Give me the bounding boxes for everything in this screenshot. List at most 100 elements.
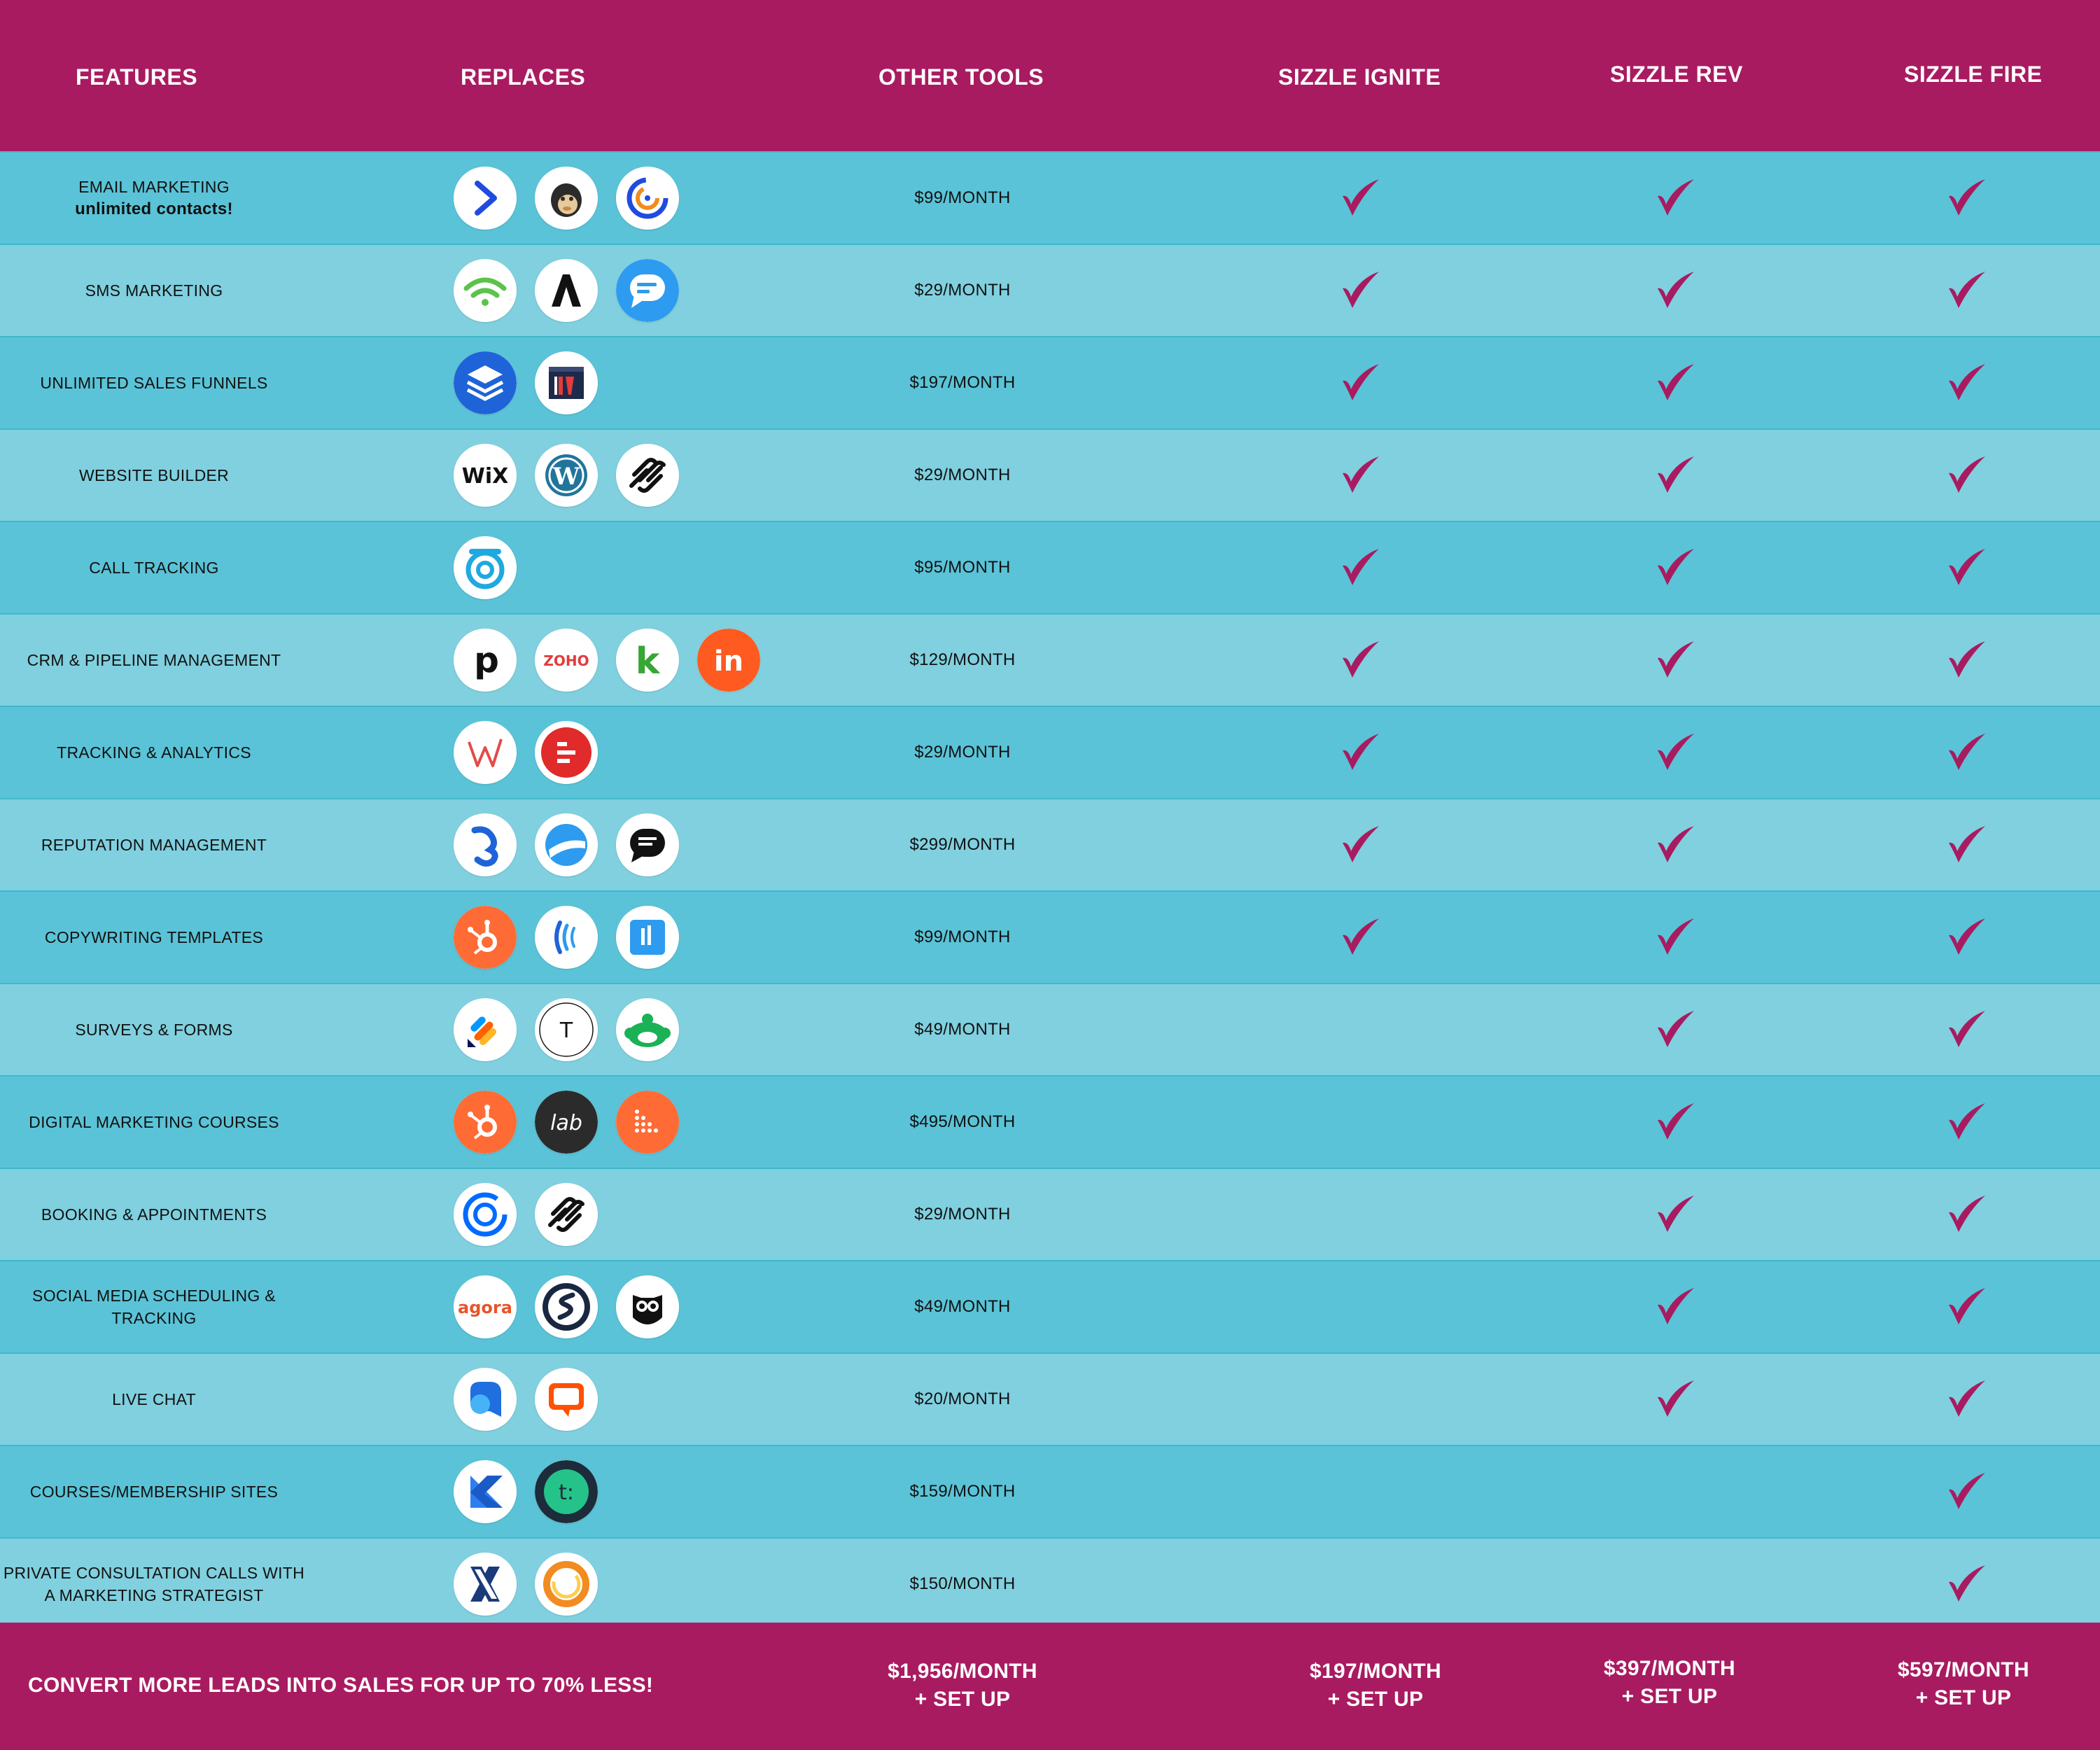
footer-rev-setup: + SET UP (1621, 1685, 1718, 1708)
hootsuite-owl-icon (616, 1275, 679, 1338)
insightly-icon: in (697, 629, 760, 692)
checkmark-icon (1336, 266, 1385, 315)
feature-label: SMS MARKETING (85, 281, 223, 300)
checkmark-icon (1942, 1282, 1991, 1331)
feature-name: DIGITAL MARKETING COURSES (0, 1077, 308, 1168)
feature-name: UNLIMITED SALES FUNNELS (0, 337, 308, 428)
checkmark-icon (1942, 451, 1991, 500)
jotform-icon (454, 998, 517, 1061)
checkmark-icon (1651, 1282, 1700, 1331)
feature-name: SOCIAL MEDIA SCHEDULING & TRACKING (0, 1261, 308, 1352)
table-row: BOOKING & APPOINTMENTS $29/MONTH (0, 1168, 2100, 1260)
typeform-icon: T (535, 998, 598, 1061)
other-tools-price: $95/MONTH (914, 558, 1011, 577)
footer-ignite-price: $197/MONTH + SET UP (1281, 1658, 1470, 1714)
replaced-tools (454, 707, 598, 798)
footer-ignite-price-value: $197/MONTH (1309, 1660, 1442, 1683)
feature-name: TRACKING & ANALYTICS (0, 707, 308, 798)
replaced-tools: t: (454, 1446, 598, 1537)
footer-fire-price: $597/MONTH + SET UP (1869, 1656, 2058, 1712)
mailchimp-icon (535, 167, 598, 230)
feature-name: COURSES/MEMBERSHIP SITES (0, 1446, 308, 1537)
feature-name: REPUTATION MANAGEMENT (0, 799, 308, 890)
other-tools-price: $99/MONTH (914, 188, 1011, 207)
feature-label: DIGITAL MARKETING COURSES (29, 1113, 279, 1131)
other-tools-price: $20/MONTH (914, 1390, 1011, 1408)
agorapulse-icon: agora (454, 1275, 517, 1338)
podium-icon (535, 813, 598, 876)
kajabi-icon (454, 1460, 517, 1523)
table-row: TRACKING & ANALYTICS $29/MONTH (0, 706, 2100, 798)
replaced-tools: lab (454, 1077, 679, 1168)
keap-icon: k (616, 629, 679, 692)
checkmark-icon (1651, 728, 1700, 777)
activecampaign-icon (454, 167, 517, 230)
other-tools-price: $49/MONTH (914, 1020, 1011, 1039)
footer-fire-price-value: $597/MONTH (1897, 1658, 2030, 1681)
svg-text:t:: t: (559, 1480, 574, 1505)
bars-square-icon (616, 906, 679, 969)
table-header: FEATURES REPLACES OTHER TOOLS SIZZLE IGN… (0, 0, 2100, 151)
feature-name: SURVEYS & FORMS (0, 984, 308, 1075)
feature-label: WEBSITE BUILDER (78, 466, 230, 484)
x-logo-icon (454, 1553, 517, 1616)
checkmark-icon (1942, 820, 1991, 869)
speech-bubble-icon (616, 813, 679, 876)
other-tools-price: $495/MONTH (909, 1112, 1016, 1131)
other-tools-price: $49/MONTH (914, 1297, 1011, 1316)
checkmark-icon (1651, 358, 1700, 407)
checkmark-icon (1651, 820, 1700, 869)
constant-contact-icon (616, 167, 679, 230)
other-tools-price: $29/MONTH (914, 465, 1011, 484)
table-row: PRIVATE CONSULTATION CALLS WITH A MARKETI… (0, 1537, 2100, 1630)
livechat-icon (535, 1368, 598, 1431)
checkmark-icon (1651, 1098, 1700, 1147)
wifi-signal-icon (454, 259, 517, 322)
orange-ring-icon (535, 1553, 598, 1616)
header-features: FEATURES (76, 64, 198, 90)
checkmark-icon (1336, 358, 1385, 407)
table-row: EMAIL MARKETING unlimited contacts! $99/MO… (0, 151, 2100, 244)
feature-sublabel: TRACKING (111, 1309, 197, 1327)
other-tools-price: $29/MONTH (914, 743, 1011, 762)
feature-name: PRIVATE CONSULTATION CALLS WITH A MARKETI… (0, 1539, 308, 1630)
other-tools-price: $197/MONTH (909, 373, 1016, 392)
feature-label: CRM & PIPELINE MANAGEMENT (27, 651, 281, 669)
footer-rev-price-value: $397/MONTH (1603, 1657, 1736, 1680)
checkmark-icon (1336, 543, 1385, 592)
feature-name: CALL TRACKING (0, 522, 308, 613)
footer-tagline: CONVERT MORE LEADS INTO SALES FOR UP TO … (28, 1674, 654, 1697)
feature-label: EMAIL MARKETING (78, 178, 230, 196)
replaced-tools: WiX W (454, 430, 679, 521)
replaced-tools (454, 1539, 598, 1630)
other-tools-price: $29/MONTH (914, 1205, 1011, 1224)
svg-text:k: k (636, 640, 661, 682)
table-row: UNLIMITED SALES FUNNELS $197/MONTH (0, 336, 2100, 428)
header-sizzle-ignite: SIZZLE IGNITE (1278, 64, 1441, 90)
footer-rev-price: $397/MONTH + SET UP (1575, 1655, 1764, 1711)
hubspot-icon (454, 1091, 517, 1154)
feature-name: EMAIL MARKETING unlimited contacts! (0, 153, 308, 244)
header-sizzle-fire: SIZZLE FIRE (1904, 62, 2043, 87)
svg-text:in: in (714, 645, 743, 678)
checkmark-icon (1336, 820, 1385, 869)
checkmark-icon (1651, 913, 1700, 962)
clickfunnels-icon (535, 351, 598, 414)
table-row: COPYWRITING TEMPLATES $99/MONTH (0, 890, 2100, 983)
squarespace-icon (616, 444, 679, 507)
birdeye-icon (454, 813, 517, 876)
table-row: SOCIAL MEDIA SCHEDULING & TRACKING agora $4… (0, 1260, 2100, 1352)
intercom-bubble-icon (454, 1368, 517, 1431)
footer-other-price: $1,956/MONTH + SET UP (861, 1658, 1064, 1714)
checkmark-icon (1651, 266, 1700, 315)
svg-text:WiX: WiX (462, 464, 509, 489)
checkmark-icon (1651, 451, 1700, 500)
replaced-tools (454, 522, 517, 613)
other-tools-price: $129/MONTH (909, 650, 1016, 669)
table-footer: CONVERT MORE LEADS INTO SALES FOR UP TO … (0, 1623, 2100, 1750)
table-row: DIGITAL MARKETING COURSES lab $495/MONTH (0, 1075, 2100, 1168)
dots-grid-icon (616, 1091, 679, 1154)
feature-label: LIVE CHAT (112, 1390, 196, 1408)
feature-name: COPYWRITING TEMPLATES (0, 892, 308, 983)
replaced-tools (454, 245, 679, 336)
